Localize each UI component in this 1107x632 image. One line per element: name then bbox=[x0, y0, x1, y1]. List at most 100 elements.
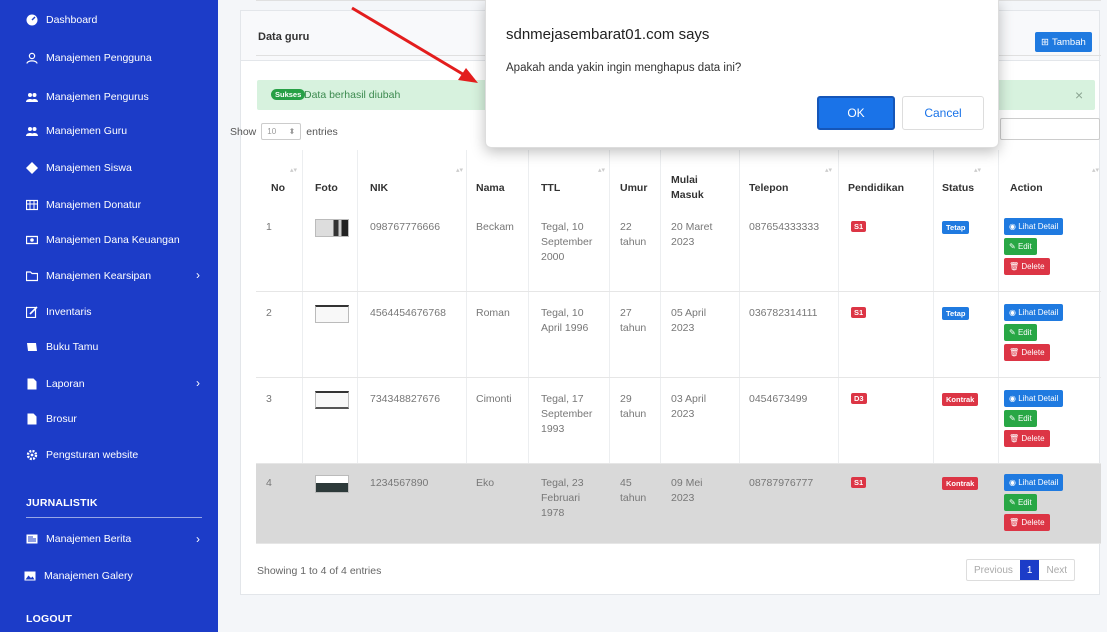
edit-button-label: Edit bbox=[1017, 498, 1032, 507]
detail-button[interactable]: ◉ Lihat Detail bbox=[1004, 474, 1064, 491]
cell-nik: 734348827676 bbox=[370, 393, 441, 405]
section-heading-jurnalistik: JURNALISTIK bbox=[26, 497, 98, 509]
cell-mulai-masuk: 05 April 2023 bbox=[671, 307, 707, 335]
detail-button-label: Lihat Detail bbox=[1018, 478, 1059, 487]
header-telepon[interactable]: Telepon bbox=[749, 181, 788, 196]
sidebar-item-pengaturan-website[interactable]: Pengsturan website bbox=[26, 449, 138, 461]
education-badge: S1 bbox=[851, 477, 867, 488]
delete-button[interactable]: 🗑 Delete bbox=[1004, 430, 1050, 447]
education-badge: S1 bbox=[851, 307, 867, 318]
sidebar-item-kearsipan[interactable]: Manajemen Kearsipan bbox=[26, 270, 151, 282]
cell-no: 2 bbox=[266, 307, 272, 319]
header-umur[interactable]: Umur bbox=[620, 181, 647, 196]
previous-button[interactable]: Previous bbox=[967, 560, 1020, 580]
eye-icon: ◉ bbox=[1009, 394, 1019, 403]
cell-ttl: Tegal, 23 Februari 1978 bbox=[541, 477, 584, 520]
action-group: ◉ Lihat Detail ✎ Edit 🗑 Delete bbox=[1004, 218, 1064, 275]
delete-button[interactable]: 🗑 Delete bbox=[1004, 344, 1050, 361]
detail-button[interactable]: ◉ Lihat Detail bbox=[1004, 390, 1064, 407]
delete-button[interactable]: 🗑 Delete bbox=[1004, 514, 1050, 531]
confirm-dialog: sdnmejasembarat01.com says Apakah anda y… bbox=[485, 0, 999, 148]
sort-icon: ▴▾ bbox=[290, 167, 298, 174]
eye-icon: ◉ bbox=[1009, 222, 1019, 231]
search-input[interactable] bbox=[1000, 118, 1100, 140]
logout-link[interactable]: LOGOUT bbox=[26, 613, 72, 625]
edit-button[interactable]: ✎ Edit bbox=[1004, 410, 1037, 427]
sidebar-item-buku-tamu[interactable]: Buku Tamu bbox=[26, 341, 98, 353]
file-icon bbox=[26, 378, 38, 390]
teacher-photo bbox=[315, 219, 349, 237]
sidebar-item-laporan[interactable]: Laporan bbox=[26, 378, 85, 390]
header-status[interactable]: Status bbox=[942, 181, 974, 196]
sidebar-item-label: Manajemen Pengurus bbox=[46, 91, 149, 103]
detail-button[interactable]: ◉ Lihat Detail bbox=[1004, 218, 1064, 235]
header-nama[interactable]: Nama bbox=[476, 181, 505, 196]
header-nik[interactable]: NIK bbox=[370, 181, 388, 196]
delete-button[interactable]: 🗑 Delete bbox=[1004, 258, 1050, 275]
sidebar-item-dana-keuangan[interactable]: Manajemen Dana Keuangan bbox=[26, 234, 180, 246]
users-icon bbox=[26, 125, 38, 137]
header-ttl[interactable]: TTL bbox=[541, 181, 560, 196]
cell-umur: 45 tahun bbox=[620, 477, 647, 505]
table-info: Showing 1 to 4 of 4 entries bbox=[257, 565, 382, 577]
action-group: ◉ Lihat Detail ✎ Edit 🗑 Delete bbox=[1004, 304, 1064, 361]
sidebar-item-label: Manajemen Galery bbox=[44, 570, 133, 582]
sort-icon: ▴▾ bbox=[974, 167, 982, 174]
sidebar-item-label: Manajemen Dana Keuangan bbox=[46, 234, 180, 246]
edit-button[interactable]: ✎ Edit bbox=[1004, 238, 1037, 255]
sidebar: Dashboard Manajemen Pengguna Manajemen P… bbox=[0, 0, 218, 632]
sidebar-item-pengurus[interactable]: Manajemen Pengurus bbox=[26, 91, 149, 103]
edit-button[interactable]: ✎ Edit bbox=[1004, 494, 1037, 511]
cell-telepon: 0454673499 bbox=[749, 393, 808, 405]
header-mulai-masuk[interactable]: Mulai Masuk bbox=[671, 173, 716, 203]
entries-value: 10 bbox=[267, 127, 277, 136]
eye-icon: ◉ bbox=[1009, 308, 1019, 317]
sidebar-item-galery[interactable]: Manajemen Galery bbox=[24, 570, 133, 582]
news-icon bbox=[26, 533, 38, 545]
alert-message: Data berhasil diubah bbox=[304, 89, 401, 101]
sidebar-item-brosur[interactable]: Brosur bbox=[26, 413, 77, 425]
cell-ttl: Tegal, 10 April 1996 bbox=[541, 307, 589, 335]
users-icon bbox=[26, 91, 38, 103]
next-button[interactable]: Next bbox=[1039, 560, 1074, 580]
edit-button[interactable]: ✎ Edit bbox=[1004, 324, 1037, 341]
sidebar-item-dashboard[interactable]: Dashboard bbox=[26, 14, 97, 26]
edit-icon: ✎ bbox=[1009, 498, 1018, 507]
sidebar-item-guru[interactable]: Manajemen Guru bbox=[26, 125, 127, 137]
cancel-button[interactable]: Cancel bbox=[902, 96, 984, 130]
money-icon bbox=[26, 234, 38, 246]
header-no[interactable]: No bbox=[271, 181, 285, 196]
status-badge: Kontrak bbox=[942, 393, 979, 406]
ok-button[interactable]: OK bbox=[817, 96, 895, 130]
image-icon bbox=[24, 570, 36, 582]
table-icon bbox=[26, 199, 38, 211]
sort-arrows-icon: ⬍ bbox=[288, 127, 296, 136]
teacher-photo bbox=[315, 475, 349, 493]
status-badge: Kontrak bbox=[942, 477, 979, 490]
detail-button[interactable]: ◉ Lihat Detail bbox=[1004, 304, 1064, 321]
sidebar-item-pengguna[interactable]: Manajemen Pengguna bbox=[26, 52, 152, 64]
cell-mulai-masuk: 09 Mei 2023 bbox=[671, 477, 703, 505]
sidebar-item-label: Inventaris bbox=[46, 306, 92, 318]
cell-umur: 27 tahun bbox=[620, 307, 647, 335]
header-pendidikan[interactable]: Pendidikan bbox=[848, 181, 904, 196]
sidebar-item-label: Manajemen Kearsipan bbox=[46, 270, 152, 282]
action-group: ◉ Lihat Detail ✎ Edit 🗑 Delete bbox=[1004, 390, 1064, 447]
user-icon bbox=[26, 52, 38, 64]
entries-select[interactable]: 10 ⬍ bbox=[261, 123, 302, 140]
chevron-right-icon: › bbox=[196, 376, 200, 390]
sidebar-item-inventaris[interactable]: Inventaris bbox=[26, 306, 92, 318]
cell-nik: 1234567890 bbox=[370, 477, 429, 489]
page-1-button[interactable]: 1 bbox=[1019, 560, 1040, 580]
edit-button-label: Edit bbox=[1017, 414, 1032, 423]
sidebar-item-berita[interactable]: Manajemen Berita bbox=[26, 533, 131, 545]
sidebar-item-label: Manajemen Guru bbox=[46, 125, 128, 137]
delete-button-label: Delete bbox=[1021, 518, 1045, 527]
header-action[interactable]: Action bbox=[1010, 181, 1043, 196]
length-control: Show 10 ⬍ entries bbox=[230, 123, 338, 140]
sidebar-item-donatur[interactable]: Manajemen Donatur bbox=[26, 199, 141, 211]
close-icon[interactable]: × bbox=[1075, 87, 1083, 103]
education-badge: S1 bbox=[851, 221, 867, 232]
sidebar-item-siswa[interactable]: Manajemen Siswa bbox=[26, 162, 132, 174]
header-foto[interactable]: Foto bbox=[315, 181, 338, 196]
